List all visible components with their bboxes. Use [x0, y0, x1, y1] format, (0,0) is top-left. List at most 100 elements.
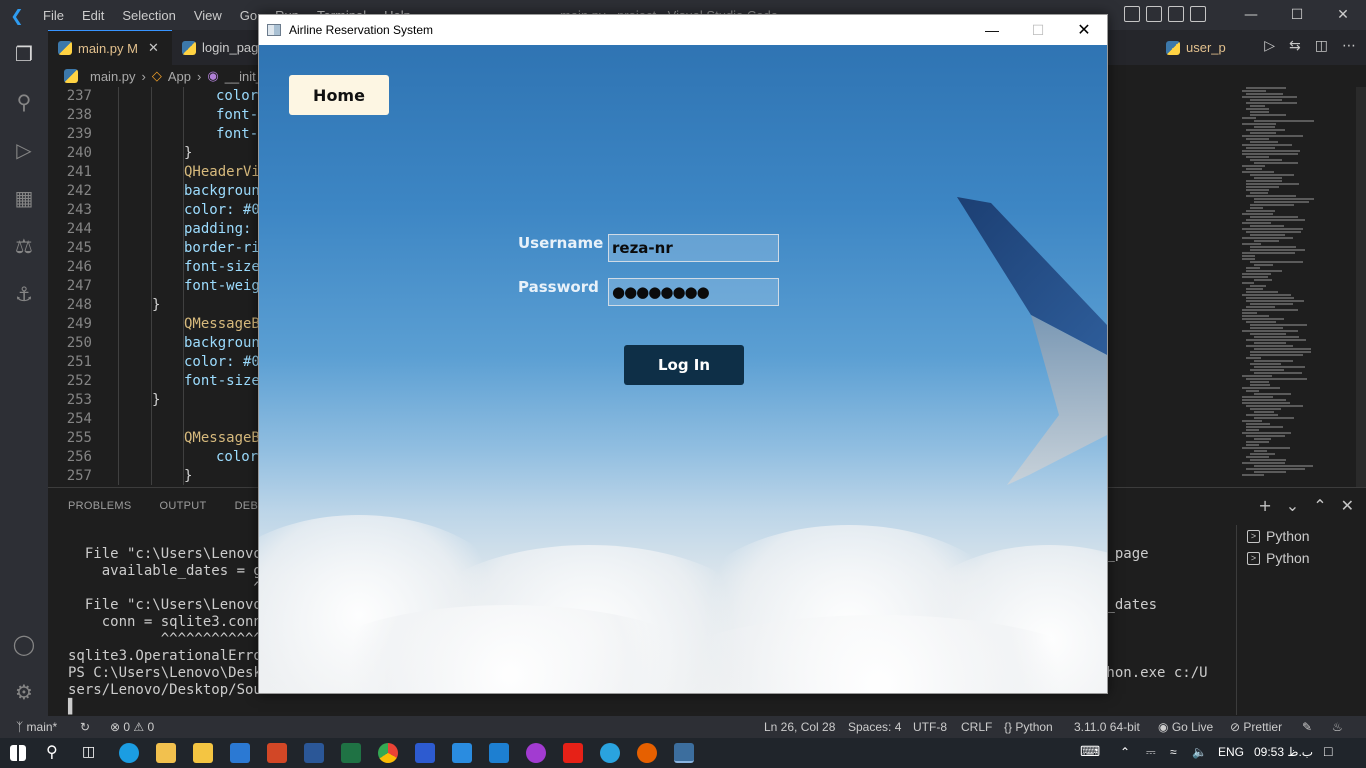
notification-center-icon[interactable]: □ — [1324, 743, 1332, 759]
minimap-line — [1254, 411, 1274, 413]
code-text: font-size — [184, 373, 260, 389]
maximize-icon[interactable]: ☐ — [1274, 0, 1320, 30]
powerpoint-icon[interactable] — [267, 743, 287, 763]
editor-scrollbar[interactable] — [1356, 87, 1366, 487]
notifications-bell-icon[interactable]: ♨ — [1332, 720, 1343, 734]
home-button[interactable]: Home — [289, 75, 389, 115]
more-actions-icon[interactable]: ⋯ — [1342, 38, 1356, 54]
maximize-icon[interactable]: ☐ — [1015, 15, 1061, 45]
menu-edit[interactable]: Edit — [73, 8, 113, 23]
settings-gear-icon[interactable]: ⚙ — [10, 678, 38, 706]
menu-file[interactable]: File — [34, 8, 73, 23]
youtube-icon[interactable] — [563, 743, 583, 763]
close-panel-icon[interactable]: ✕ — [1341, 496, 1354, 515]
username-input[interactable]: reza-nr — [608, 234, 779, 262]
docker-icon[interactable]: ⚓ — [10, 280, 38, 308]
run-icon[interactable]: ▷ — [1264, 38, 1275, 54]
go-live[interactable]: ◉ Go Live — [1158, 720, 1213, 734]
indentation[interactable]: Spaces: 4 — [848, 720, 901, 734]
end-of-line[interactable]: CRLF — [961, 720, 992, 734]
password-input[interactable]: ●●●●●●●● — [608, 278, 779, 306]
new-terminal-icon[interactable]: + — [1258, 496, 1271, 515]
chrome-icon[interactable] — [378, 743, 398, 763]
close-icon[interactable]: ✕ — [1320, 0, 1366, 30]
terminal-output[interactable]: File "c:\Users\Lenovo\ available_dates =… — [68, 546, 270, 716]
run-debug-icon[interactable]: ▷ — [10, 136, 38, 164]
split-editor-icon[interactable]: ◫ — [1315, 38, 1328, 54]
file-explorer-icon[interactable] — [156, 743, 176, 763]
store-icon[interactable] — [193, 743, 213, 763]
search-icon[interactable]: ⚲ — [10, 88, 38, 116]
compare-icon[interactable]: ⇆ — [1289, 38, 1301, 54]
code-line: 244 padding: — [48, 220, 252, 239]
code-text: QMessageB — [184, 430, 260, 446]
toggle-panel-icon[interactable] — [1146, 6, 1162, 22]
python-interpreter[interactable]: 3.11.0 64-bit — [1074, 720, 1140, 734]
tab-output[interactable]: OUTPUT — [160, 500, 207, 512]
maximize-panel-icon[interactable]: ⌃ — [1313, 496, 1326, 515]
close-tab-icon[interactable]: ✕ — [148, 40, 159, 56]
login-button[interactable]: Log In — [624, 345, 744, 385]
terminal-line: File "c:\Users\Lenovo\ — [68, 546, 271, 562]
battery-icon[interactable]: ⎓ — [1146, 745, 1156, 760]
tab-user-page[interactable]: user_p — [1156, 30, 1236, 65]
mail-icon[interactable] — [230, 743, 250, 763]
menu-selection[interactable]: Selection — [113, 8, 184, 23]
extensions-icon[interactable]: ▦ — [10, 184, 38, 212]
windows-start-icon[interactable] — [10, 745, 26, 761]
volume-icon[interactable]: 🔈 — [1192, 745, 1207, 759]
minimap-line — [1250, 249, 1305, 251]
problems-status[interactable]: ⊗ 0 ⚠ 0 — [110, 720, 154, 734]
close-icon[interactable]: ✕ — [1061, 15, 1107, 45]
wifi-icon[interactable]: ≈ — [1170, 745, 1177, 759]
chevron-down-icon[interactable]: ⌄ — [1286, 496, 1299, 515]
todo-icon[interactable] — [452, 743, 472, 763]
branch-status[interactable]: ᛉ main* — [16, 720, 57, 734]
tab-problems[interactable]: PROBLEMS — [68, 500, 132, 512]
word-icon[interactable] — [304, 743, 324, 763]
explorer-icon[interactable]: ❐ — [10, 40, 38, 68]
minimap-line — [1250, 453, 1275, 455]
prettier[interactable]: ⊘ Prettier — [1230, 720, 1282, 734]
python-app-taskbar-icon[interactable] — [674, 743, 694, 763]
account-icon[interactable]: ◯ — [10, 630, 38, 658]
vscode-taskbar-icon[interactable] — [489, 743, 509, 763]
taskbar-search-icon[interactable]: ⚲ — [46, 742, 58, 762]
menu-view[interactable]: View — [185, 8, 231, 23]
firefox-icon[interactable] — [637, 743, 657, 763]
telegram-icon[interactable] — [600, 743, 620, 763]
class-icon: ◇ — [151, 68, 162, 83]
terminal-item[interactable]: > Python — [1247, 547, 1366, 569]
keyboard-icon[interactable]: ⌨ — [1080, 743, 1100, 760]
line-number: 240 — [66, 145, 92, 161]
python-file-icon — [182, 40, 196, 55]
testing-icon[interactable]: ⚖ — [10, 232, 38, 260]
toggle-secondary-sidebar-icon[interactable] — [1168, 6, 1184, 22]
minimap-line — [1250, 354, 1303, 356]
minimize-icon[interactable]: — — [969, 15, 1015, 45]
sync-icon[interactable]: ↻ — [80, 720, 90, 734]
minimap[interactable] — [1232, 87, 1342, 487]
task-view-icon[interactable]: ◫ — [82, 743, 95, 760]
feedback-icon[interactable]: ✎ — [1302, 720, 1312, 734]
minimize-icon[interactable]: — — [1228, 0, 1274, 30]
tab-main-py[interactable]: main.py M ✕ — [48, 30, 172, 65]
minimap-line — [1242, 228, 1303, 230]
minimap-line — [1246, 405, 1303, 407]
tray-chevron-icon[interactable]: ⌃ — [1120, 745, 1130, 759]
cursor-position[interactable]: Ln 26, Col 28 — [764, 720, 835, 734]
line-number: 247 — [66, 278, 92, 294]
edge-browser-icon[interactable] — [119, 743, 139, 763]
app-icon[interactable] — [526, 743, 546, 763]
language-indicator[interactable]: ENG — [1218, 745, 1244, 759]
clock[interactable]: 09:53 ب.ظ — [1254, 745, 1313, 759]
minimap-line — [1246, 339, 1306, 341]
terminal-item[interactable]: > Python — [1247, 525, 1366, 547]
customize-layout-icon[interactable] — [1190, 6, 1206, 22]
minimap-line — [1250, 105, 1265, 107]
language-mode[interactable]: {} Python — [1004, 720, 1053, 734]
excel-icon[interactable] — [341, 743, 361, 763]
toggle-primary-sidebar-icon[interactable] — [1124, 6, 1140, 22]
app-icon[interactable] — [415, 743, 435, 763]
encoding[interactable]: UTF-8 — [913, 720, 947, 734]
